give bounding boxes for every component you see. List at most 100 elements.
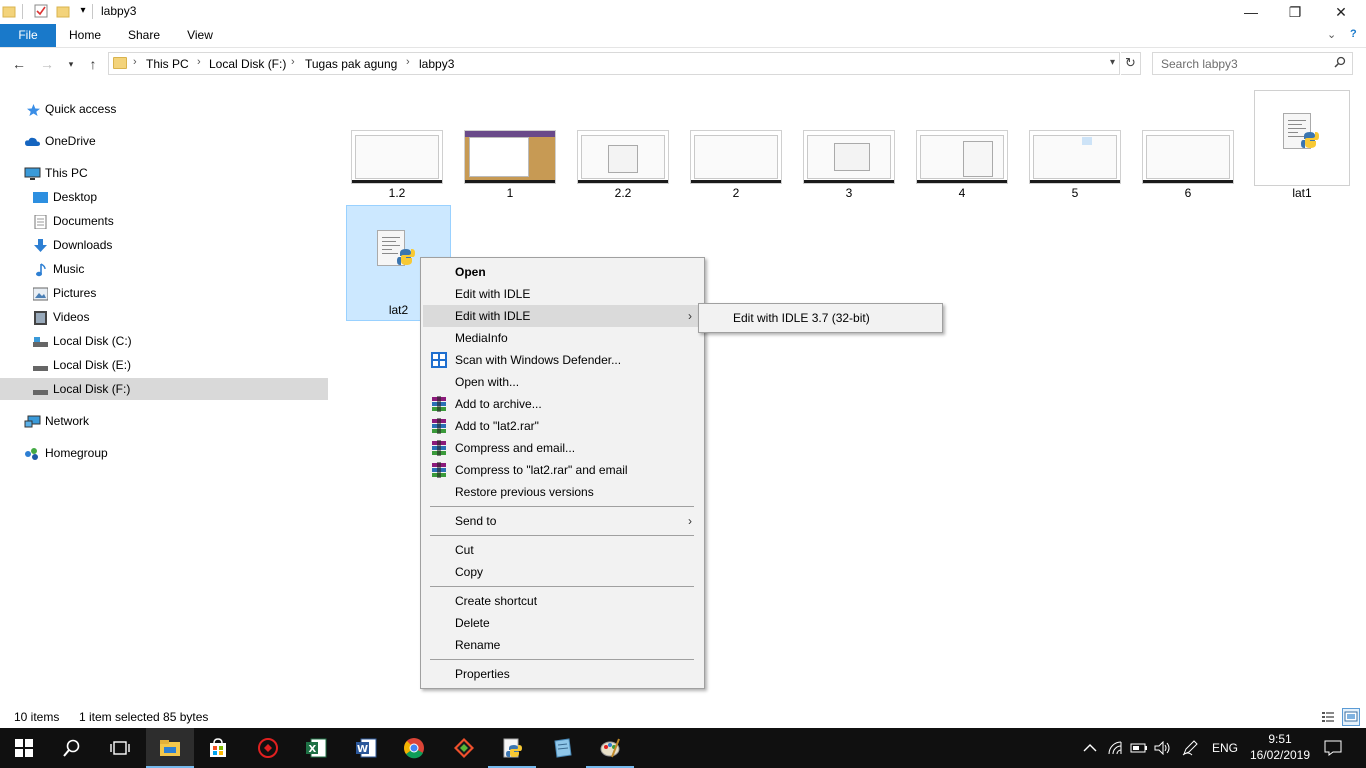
nav-desktop[interactable]: Desktop (0, 186, 328, 208)
tab-view[interactable]: View (180, 24, 220, 47)
file-label[interactable]: 1 (464, 186, 556, 200)
up-button[interactable]: ↑ (84, 56, 102, 74)
file-label[interactable]: 1.2 (351, 186, 443, 200)
minimize-button[interactable]: — (1228, 0, 1274, 24)
breadcrumb-separator[interactable]: › (291, 56, 295, 68)
menu-item-open[interactable]: Open (423, 261, 702, 283)
file-label[interactable]: 5 (1029, 186, 1121, 200)
refresh-button[interactable]: ↻ (1121, 52, 1141, 75)
tab-file[interactable]: File (0, 24, 56, 47)
file-thumbnail[interactable] (351, 130, 443, 184)
menu-item-add-to-archive[interactable]: Add to archive... (423, 393, 702, 415)
nav-documents[interactable]: Documents (0, 210, 328, 232)
language-indicator[interactable]: ENG (1212, 728, 1238, 768)
file-thumbnail[interactable] (1029, 130, 1121, 184)
menu-item-properties[interactable]: Properties (423, 663, 702, 685)
menu-item-edit-with-idle[interactable]: Edit with IDLE (423, 283, 702, 305)
chevron-down-icon[interactable]: ▾ (1110, 57, 1115, 68)
app-red-icon[interactable] (244, 728, 292, 768)
clock[interactable]: 9:51 16/02/2019 (1240, 731, 1320, 763)
python-file-tile[interactable] (1254, 90, 1350, 186)
menu-item-open-with[interactable]: Open with... (423, 371, 702, 393)
nav-videos[interactable]: Videos (0, 306, 328, 328)
task-view-icon[interactable] (96, 728, 144, 768)
recent-locations-button[interactable]: ▾ (62, 56, 80, 74)
details-view-button[interactable] (1319, 708, 1337, 726)
chrome-icon[interactable] (390, 728, 438, 768)
nav-local-disk-e[interactable]: Local Disk (E:) (0, 354, 328, 376)
menu-item-rename[interactable]: Rename (423, 634, 702, 656)
file-thumbnail[interactable] (803, 130, 895, 184)
chevron-down-icon[interactable]: ▾ (76, 4, 90, 18)
git-icon[interactable] (440, 728, 488, 768)
breadcrumb-this-pc[interactable]: This PC (146, 57, 189, 71)
menu-item-cut[interactable]: Cut (423, 539, 702, 561)
excel-icon[interactable]: X (292, 728, 340, 768)
search-icon[interactable] (48, 728, 96, 768)
volume-icon[interactable] (1154, 728, 1172, 768)
file-label[interactable]: 3 (803, 186, 895, 200)
breadcrumb-separator[interactable]: › (133, 56, 137, 68)
breadcrumb-local-disk-f[interactable]: Local Disk (F:) (209, 57, 286, 71)
notepad-icon[interactable] (538, 728, 586, 768)
address-bar[interactable]: › This PC › Local Disk (F:) › Tugas pak … (108, 52, 1120, 75)
nav-quick-access[interactable]: Quick access (0, 98, 328, 120)
breadcrumb-labpy3[interactable]: labpy3 (419, 57, 454, 71)
file-label[interactable]: lat1 (1256, 186, 1348, 200)
back-button[interactable]: ← (10, 56, 28, 74)
breadcrumb-separator[interactable]: › (406, 56, 410, 68)
wifi-icon[interactable] (1108, 728, 1124, 768)
help-icon[interactable]: ? (1350, 28, 1357, 40)
new-folder-icon[interactable] (56, 4, 70, 18)
python-taskbar-icon[interactable] (488, 728, 536, 768)
nav-music[interactable]: Music (0, 258, 328, 280)
nav-local-disk-c[interactable]: Local Disk (C:) (0, 330, 328, 352)
file-thumbnail[interactable] (916, 130, 1008, 184)
nav-network[interactable]: Network (0, 410, 328, 432)
word-icon[interactable]: W (342, 728, 390, 768)
pen-icon[interactable] (1182, 728, 1198, 768)
file-label[interactable]: 4 (916, 186, 1008, 200)
menu-item-restore-previous-versions[interactable]: Restore previous versions (423, 481, 702, 503)
action-center-icon[interactable] (1324, 728, 1342, 768)
menu-item-edit-with-idle-submenu[interactable]: Edit with IDLE › (423, 305, 702, 327)
menu-item-compress-and-email[interactable]: Compress and email... (423, 437, 702, 459)
menu-item-copy[interactable]: Copy (423, 561, 702, 583)
properties-icon[interactable] (34, 4, 48, 18)
nav-this-pc[interactable]: This PC (0, 162, 328, 184)
store-icon[interactable] (194, 728, 242, 768)
file-label[interactable]: 6 (1142, 186, 1234, 200)
forward-button[interactable]: → (38, 56, 56, 74)
chevron-up-icon[interactable] (1083, 728, 1097, 768)
file-thumbnail[interactable] (1142, 130, 1234, 184)
nav-pictures[interactable]: Pictures (0, 282, 328, 304)
tab-share[interactable]: Share (122, 24, 166, 47)
large-icons-view-button[interactable] (1342, 708, 1360, 726)
battery-icon[interactable] (1130, 728, 1148, 768)
nav-downloads[interactable]: Downloads (0, 234, 328, 256)
file-thumbnail[interactable] (690, 130, 782, 184)
paint-icon[interactable] (586, 728, 634, 768)
maximize-button[interactable]: ❐ (1272, 0, 1318, 24)
nav-local-disk-f[interactable]: Local Disk (F:) (0, 378, 328, 400)
menu-item-send-to[interactable]: Send to › (423, 510, 702, 532)
file-thumbnail[interactable] (464, 130, 556, 184)
menu-item-add-to-lat2-rar[interactable]: Add to "lat2.rar" (423, 415, 702, 437)
file-thumbnail[interactable] (577, 130, 669, 184)
search-input[interactable]: Search labpy3 (1152, 52, 1353, 75)
breadcrumb-tugas-pak-agung[interactable]: Tugas pak agung (305, 57, 397, 71)
menu-item-edit-with-idle-3-7[interactable]: Edit with IDLE 3.7 (32-bit) (701, 307, 940, 329)
close-button[interactable]: ✕ (1318, 0, 1364, 24)
nav-homegroup[interactable]: Homegroup (0, 442, 328, 464)
menu-item-mediainfo[interactable]: MediaInfo (423, 327, 702, 349)
nav-onedrive[interactable]: OneDrive (0, 130, 328, 152)
expand-ribbon-icon[interactable]: ⌄ (1327, 28, 1336, 41)
breadcrumb-separator[interactable]: › (197, 56, 201, 68)
tab-home[interactable]: Home (62, 24, 108, 47)
file-label[interactable]: 2.2 (577, 186, 669, 200)
file-explorer-taskbar-icon[interactable] (146, 728, 194, 768)
menu-item-delete[interactable]: Delete (423, 612, 702, 634)
file-label[interactable]: 2 (690, 186, 782, 200)
menu-item-compress-to-rar-and-email[interactable]: Compress to "lat2.rar" and email (423, 459, 702, 481)
start-button[interactable] (0, 728, 48, 768)
